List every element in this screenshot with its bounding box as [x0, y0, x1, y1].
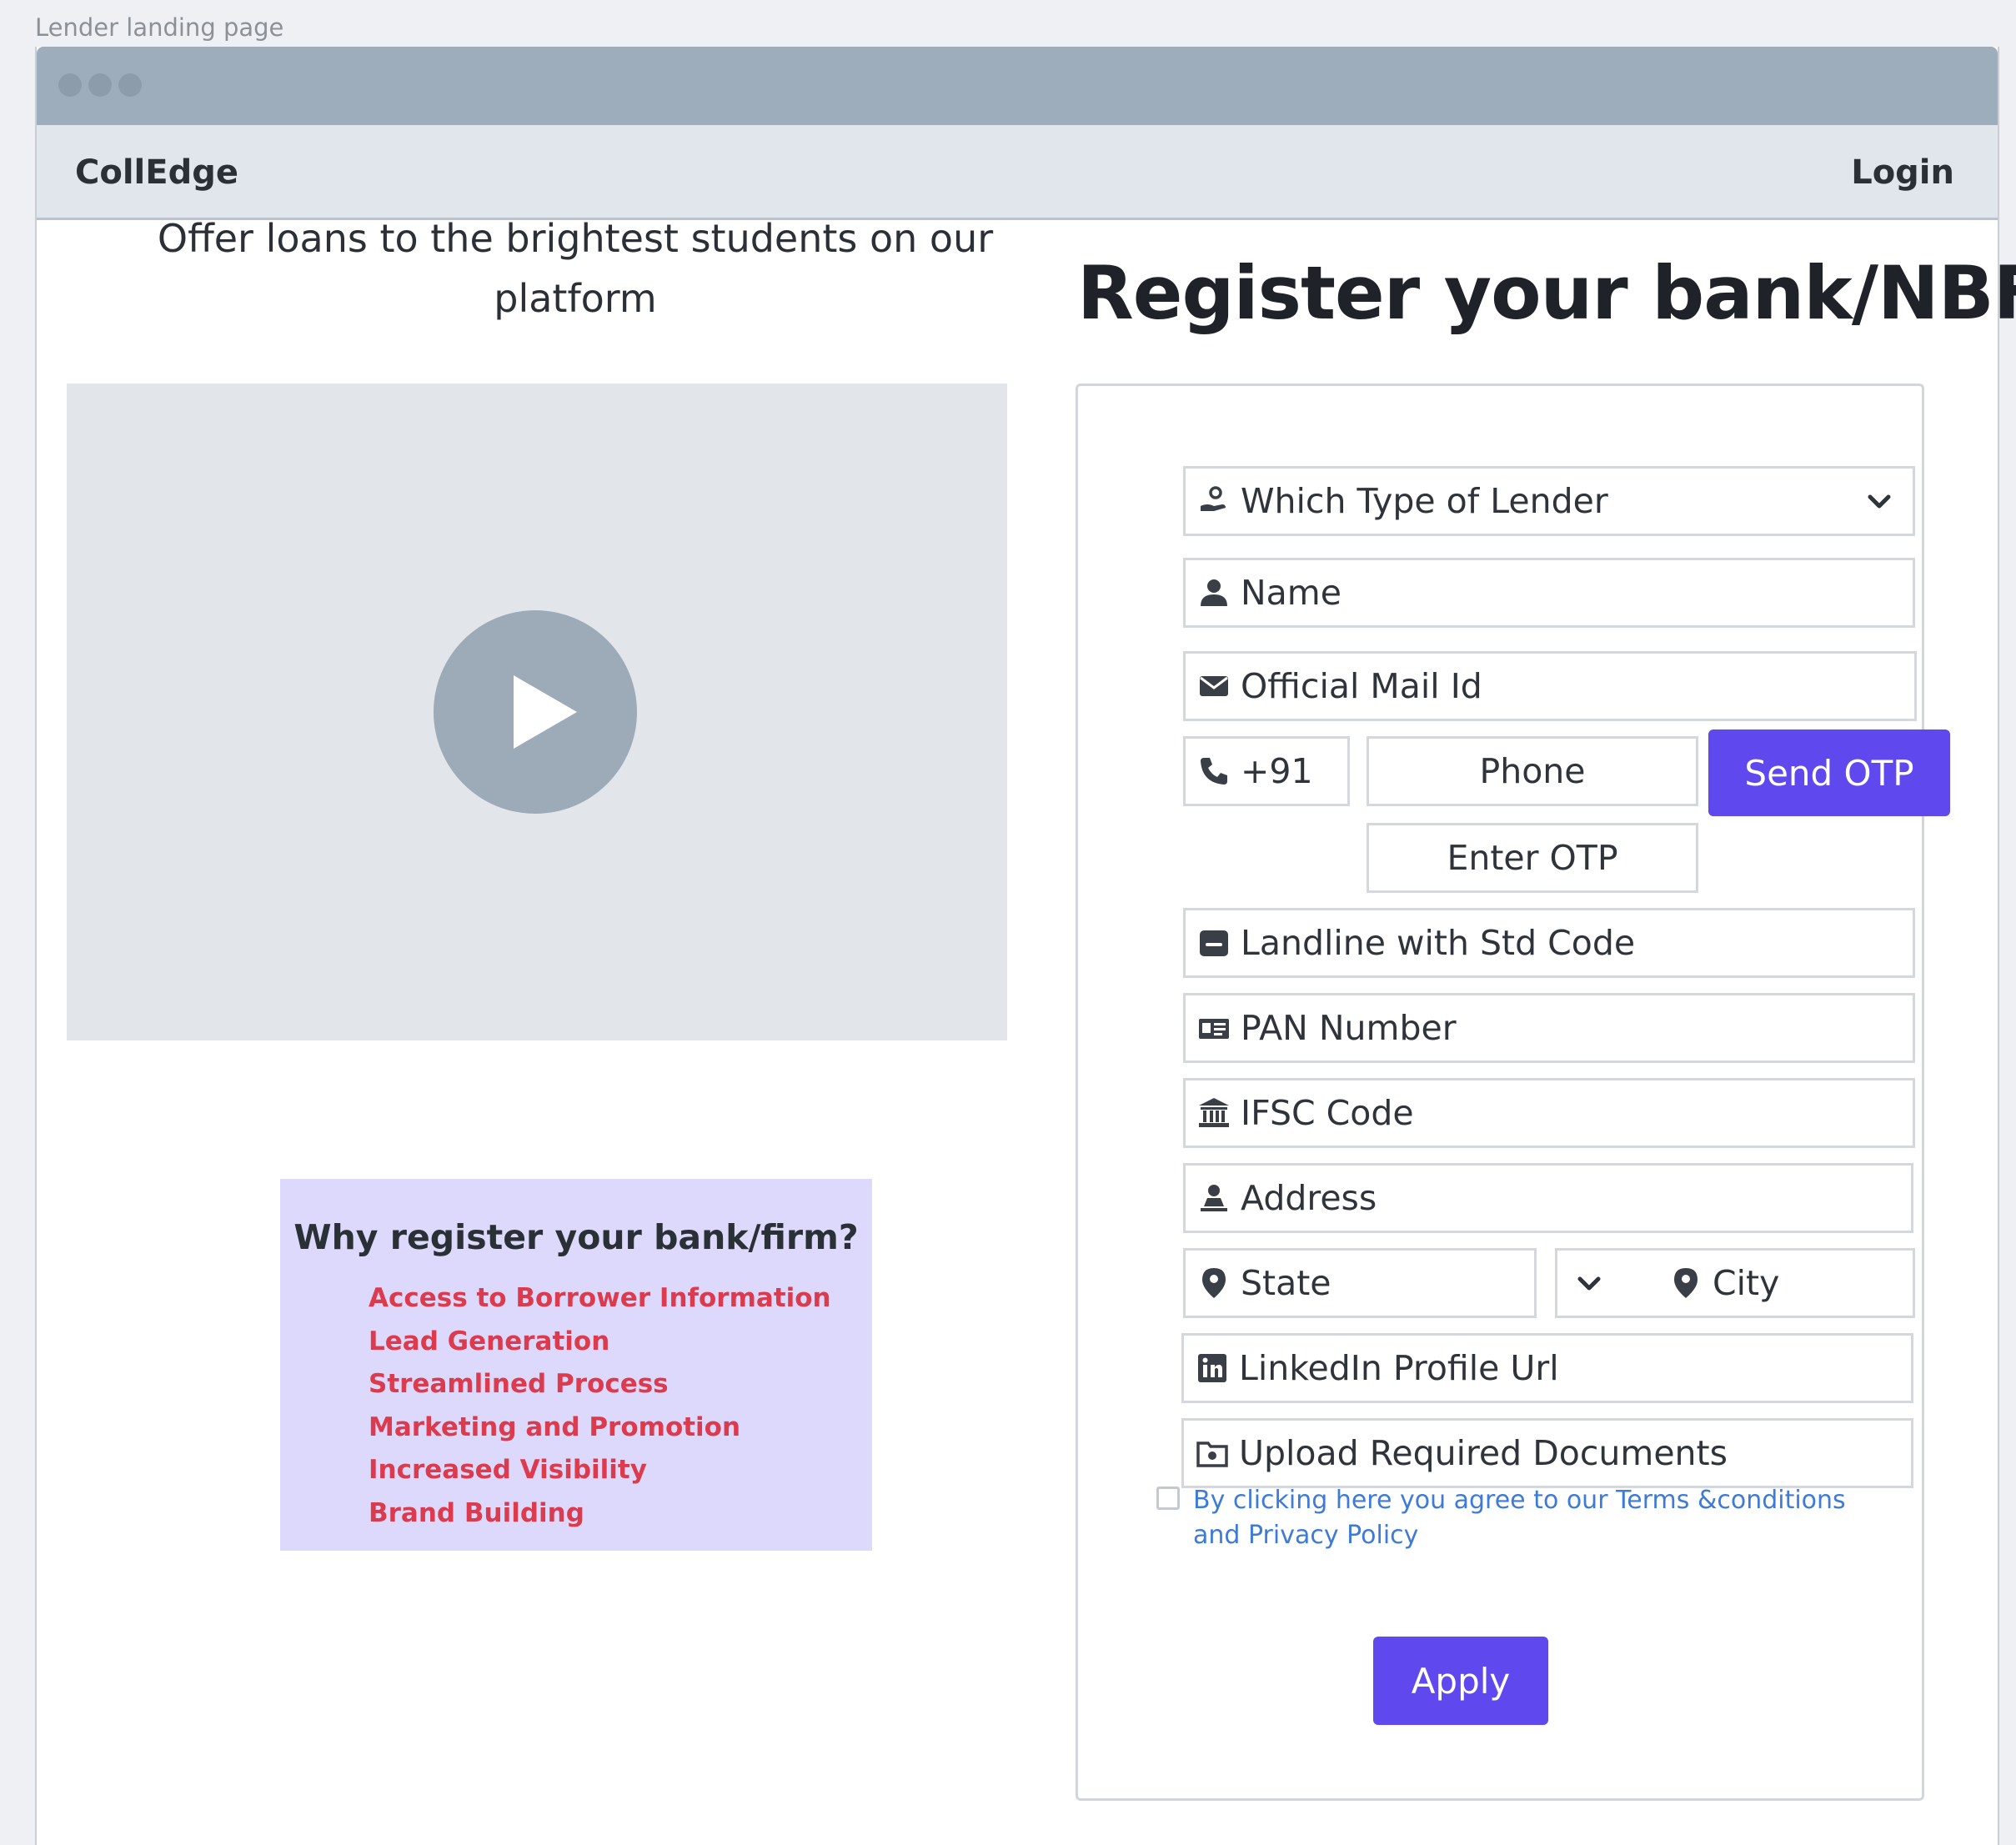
terms-link[interactable]: By clicking here you agree to our Terms …	[1193, 1486, 1846, 1550]
hero-tagline: Offer loans to the brightest students on…	[157, 216, 994, 321]
pan-placeholder: PAN Number	[1241, 1008, 1457, 1048]
linkedin-field[interactable]: LinkedIn Profile Url	[1181, 1333, 1913, 1403]
upload-documents-field[interactable]: Upload Required Documents	[1181, 1418, 1913, 1488]
registration-form: Which Type of Lender Name Official Mail …	[1076, 384, 1950, 1801]
terms-consent: By clicking here you agree to our Terms …	[1156, 1483, 1890, 1553]
address-field[interactable]: Address	[1183, 1163, 1913, 1233]
phone-placeholder: Phone	[1479, 751, 1586, 791]
user-icon	[1197, 576, 1231, 609]
apply-button[interactable]: Apply	[1373, 1637, 1548, 1725]
benefit-item: Streamlined Process	[369, 1369, 669, 1399]
map-pin-icon	[1197, 1266, 1231, 1300]
register-title: Register your bank/NBFC	[1077, 250, 2016, 336]
address-placeholder: Address	[1241, 1178, 1377, 1218]
play-button[interactable]	[434, 610, 637, 814]
landline-placeholder: Landline with Std Code	[1241, 923, 1636, 963]
state-placeholder: State	[1241, 1263, 1331, 1303]
name-field[interactable]: Name	[1183, 558, 1915, 628]
hand-coin-icon	[1197, 484, 1231, 518]
play-icon	[514, 675, 577, 749]
landline-icon	[1197, 926, 1231, 960]
city-select[interactable]: City	[1555, 1248, 1915, 1318]
pan-field[interactable]: PAN Number	[1183, 993, 1915, 1063]
city-placeholder: City	[1713, 1263, 1780, 1303]
map-pin-icon	[1669, 1266, 1703, 1300]
lender-type-value: Which Type of Lender	[1241, 481, 1608, 521]
linkedin-icon	[1196, 1351, 1229, 1385]
benefit-item: Brand Building	[369, 1497, 584, 1528]
email-placeholder: Official Mail Id	[1241, 666, 1482, 706]
otp-placeholder: Enter OTP	[1447, 838, 1618, 878]
window-dot	[58, 73, 82, 97]
window-dot	[118, 73, 142, 97]
window-dot	[88, 73, 112, 97]
window-titlebar	[37, 47, 1998, 125]
ifsc-placeholder: IFSC Code	[1241, 1093, 1414, 1133]
brand-logo[interactable]: CollEdge	[75, 153, 238, 192]
benefit-item: Lead Generation	[369, 1326, 610, 1356]
linkedin-placeholder: LinkedIn Profile Url	[1239, 1348, 1559, 1388]
chevron-down-icon	[1864, 487, 1894, 517]
id-card-icon	[1197, 1011, 1231, 1045]
envelope-icon	[1197, 669, 1231, 703]
phone-field[interactable]: Phone	[1367, 736, 1698, 806]
lender-type-select[interactable]: Which Type of Lender	[1183, 466, 1915, 536]
chevron-down-icon	[1574, 1269, 1604, 1299]
upload-placeholder: Upload Required Documents	[1239, 1433, 1728, 1473]
ifsc-field[interactable]: IFSC Code	[1183, 1078, 1915, 1148]
video-player[interactable]	[67, 384, 1007, 1040]
benefit-item: Access to Borrower Information	[369, 1283, 831, 1313]
why-register-title: Why register your bank/firm?	[293, 1217, 859, 1257]
benefit-item: Increased Visibility	[369, 1455, 647, 1485]
state-field[interactable]: State	[1183, 1248, 1537, 1318]
terms-checkbox[interactable]	[1156, 1487, 1180, 1510]
bank-icon	[1197, 1096, 1231, 1130]
send-otp-button[interactable]: Send OTP	[1708, 729, 1950, 816]
why-register-box: Why register your bank/firm? Access to B…	[280, 1179, 872, 1551]
benefits-list: Access to Borrower Information Lead Gene…	[369, 1277, 831, 1535]
country-code-field[interactable]: +91	[1183, 736, 1350, 806]
landline-field[interactable]: Landline with Std Code	[1183, 908, 1915, 978]
benefit-item: Marketing and Promotion	[369, 1411, 741, 1442]
login-link[interactable]: Login	[1851, 153, 1954, 192]
country-code-value: +91	[1241, 751, 1313, 791]
email-field[interactable]: Official Mail Id	[1183, 651, 1917, 721]
upload-folder-icon	[1196, 1436, 1229, 1470]
name-placeholder: Name	[1241, 573, 1341, 613]
navbar: CollEdge Login	[37, 125, 1998, 220]
address-icon	[1197, 1181, 1231, 1215]
page-caption: Lender landing page	[35, 13, 284, 42]
phone-icon	[1197, 755, 1231, 788]
otp-field[interactable]: Enter OTP	[1367, 823, 1698, 893]
